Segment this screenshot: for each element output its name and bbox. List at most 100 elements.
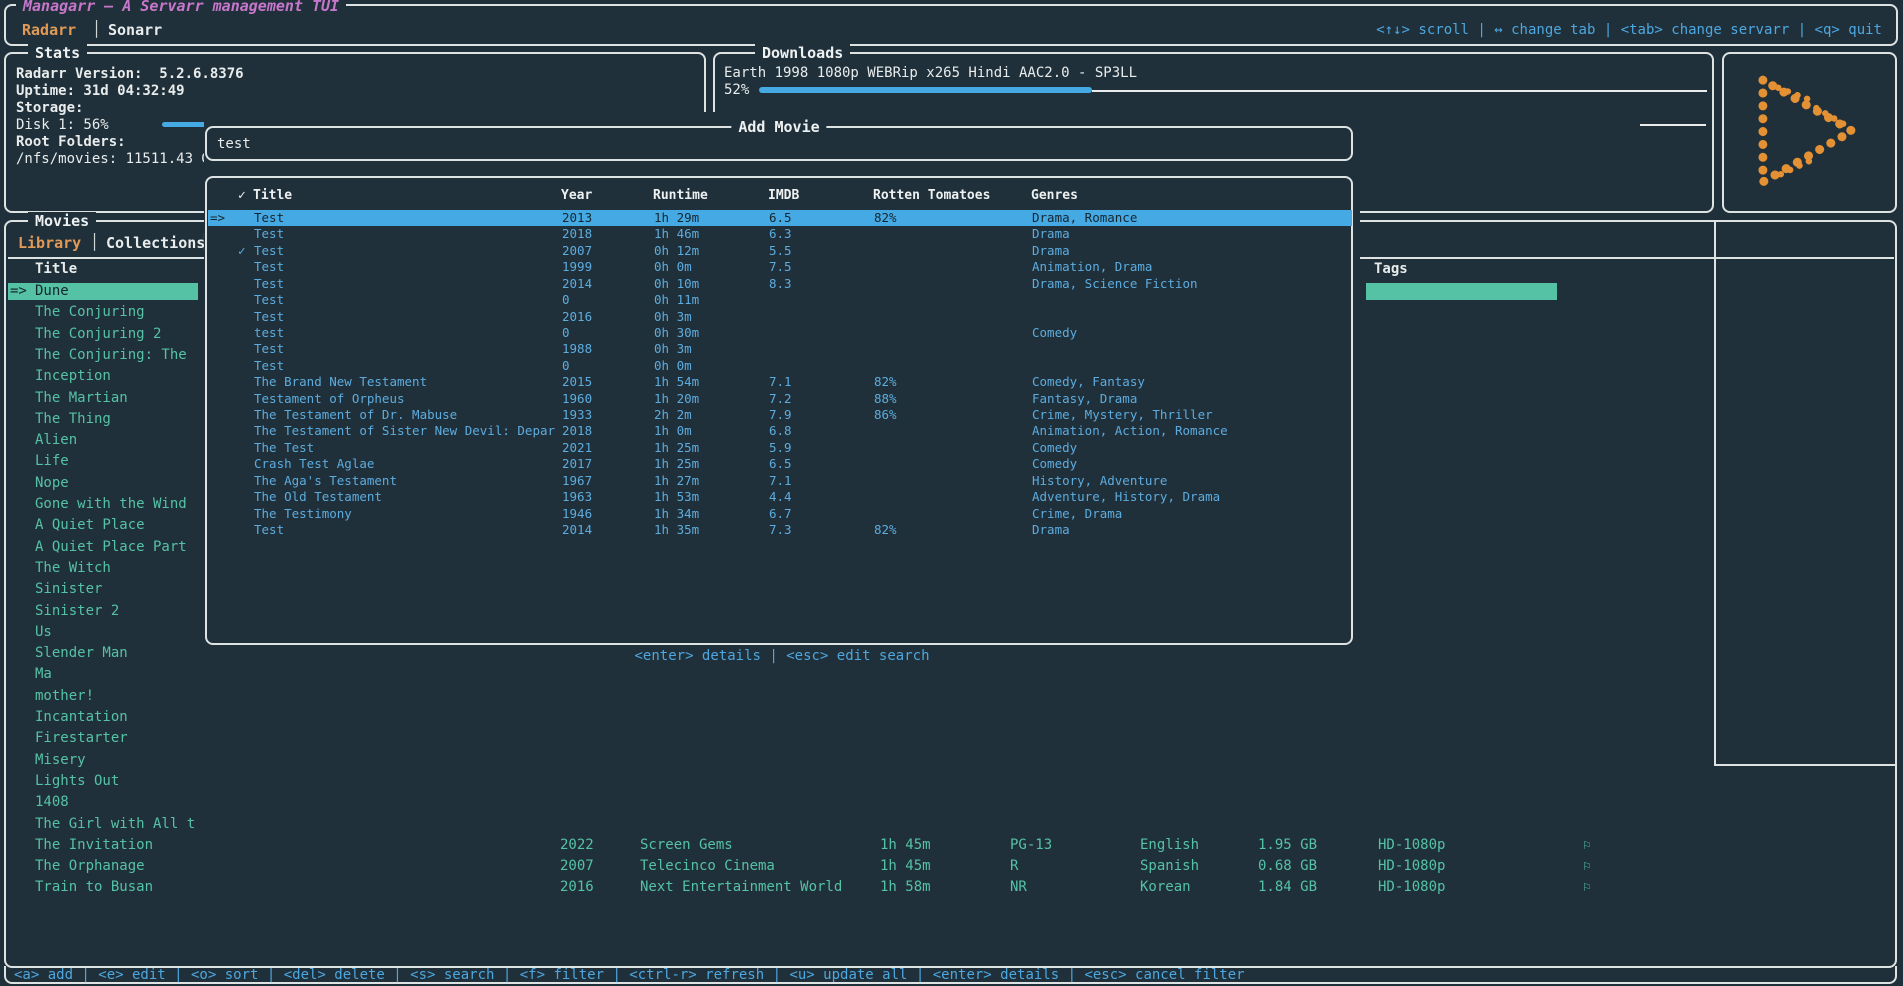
selected-movie-highlight-right: [1366, 283, 1557, 300]
movie-list-item[interactable]: mother!: [8, 688, 198, 705]
movie-list-item[interactable]: Sinister 2: [8, 603, 198, 620]
movie-certification: PG-13: [1010, 837, 1052, 854]
search-result-row[interactable]: The Testament of Sister New Devil: Depar…: [208, 423, 1352, 439]
result-title: Test: [254, 210, 556, 226]
movie-list-item[interactable]: The Conjuring 2: [8, 326, 198, 343]
result-genres: Drama, Science Fiction: [1032, 276, 1198, 292]
search-result-row[interactable]: test00h 30mComedy: [208, 325, 1352, 341]
movie-list-item[interactable]: Life: [8, 453, 198, 470]
movie-list-item[interactable]: Ma: [8, 666, 198, 683]
stats-storage-label: Storage:: [16, 100, 83, 117]
result-title: Test: [254, 522, 556, 538]
result-rotten_tomatoes: 86%: [874, 407, 897, 423]
movie-table-row[interactable]: 2007Telecinco Cinema1h 45mRSpanish0.68 G…: [0, 858, 1903, 875]
movie-list-item[interactable]: =>Dune: [8, 283, 198, 300]
stats-disk-label: Disk 1: 56%: [16, 117, 109, 134]
search-result-row[interactable]: Test20181h 46m6.3Drama: [208, 226, 1352, 242]
search-result-row[interactable]: =>Test20131h 29m6.582%Drama, Romance: [208, 210, 1352, 226]
result-genres: Crime, Drama: [1032, 506, 1122, 522]
result-genres: Drama: [1032, 243, 1070, 259]
movie-list-item[interactable]: Misery: [8, 752, 198, 769]
stats-root-folders-label: Root Folders:: [16, 134, 126, 151]
tab-radarr[interactable]: Radarr: [22, 22, 76, 39]
result-rotten_tomatoes: 82%: [874, 210, 897, 226]
movie-studio: Next Entertainment World: [640, 879, 842, 896]
movies-right-divider-bottom: [1714, 764, 1895, 766]
movie-title: mother!: [35, 688, 196, 705]
search-result-row[interactable]: The Testimony19461h 34m6.7Crime, Drama: [208, 506, 1352, 522]
stats-uptime: Uptime: 31d 04:32:49: [16, 83, 185, 100]
result-genres: Fantasy, Drama: [1032, 391, 1137, 407]
movie-list-item[interactable]: Slender Man: [8, 645, 198, 662]
search-result-row[interactable]: Test19990h 0m7.5Animation, Drama: [208, 259, 1352, 275]
movie-list-item[interactable]: The Girl with All the: [8, 816, 198, 833]
movie-list-item[interactable]: Firestarter: [8, 730, 198, 747]
tag-icon: ⚐: [1583, 837, 1591, 854]
tab-sonarr[interactable]: Sonarr: [108, 22, 162, 39]
movie-title: Firestarter: [35, 730, 196, 747]
result-year: 2021: [562, 440, 592, 456]
download-item-title[interactable]: Earth 1998 1080p WEBRip x265 Hindi AAC2.…: [724, 65, 1137, 82]
movie-list-item[interactable]: A Quiet Place Part II: [8, 539, 198, 556]
movie-list-item[interactable]: Lights Out: [8, 773, 198, 790]
movie-list-item[interactable]: Sinister: [8, 581, 198, 598]
movie-list-item[interactable]: The Witch: [8, 560, 198, 577]
search-result-row[interactable]: Testament of Orpheus19601h 20m7.288%Fant…: [208, 391, 1352, 407]
movie-table-row[interactable]: 2016Next Entertainment World1h 58mNRKore…: [0, 879, 1903, 896]
selection-arrow: =>: [210, 210, 225, 226]
movie-title: Gone with the Wind: [35, 496, 196, 513]
result-runtime: 1h 35m: [654, 522, 699, 538]
movie-list-item[interactable]: The Conjuring: The De: [8, 347, 198, 364]
result-runtime: 2h 2m: [654, 407, 692, 423]
search-result-row[interactable]: The Testament of Dr. Mabuse19332h 2m7.98…: [208, 407, 1352, 423]
search-result-row[interactable]: The Brand New Testament20151h 54m7.182%C…: [208, 374, 1352, 390]
movie-title: The Girl with All the: [35, 816, 196, 833]
result-title: Crash Test Aglae: [254, 456, 556, 472]
movie-list-item[interactable]: Inception: [8, 368, 198, 385]
search-result-row[interactable]: ✓Test20070h 12m5.5Drama: [208, 243, 1352, 259]
movie-title: Lights Out: [35, 773, 196, 790]
movie-quality: HD-1080p: [1378, 879, 1445, 896]
tab-separator: │: [92, 21, 101, 38]
search-result-row[interactable]: The Aga's Testament19671h 27m7.1History,…: [208, 473, 1352, 489]
result-title: The Test: [254, 440, 556, 456]
movie-list-item[interactable]: A Quiet Place: [8, 517, 198, 534]
add-movie-search-input[interactable]: [215, 135, 1319, 153]
movie-title: Slender Man: [35, 645, 196, 662]
search-result-row[interactable]: Test20140h 10m8.3Drama, Science Fiction: [208, 276, 1352, 292]
search-result-row[interactable]: The Test20211h 25m5.9Comedy: [208, 440, 1352, 456]
movie-list-item[interactable]: Us: [8, 624, 198, 641]
movie-list-item[interactable]: Gone with the Wind: [8, 496, 198, 513]
movie-title: 1408: [35, 794, 196, 811]
result-title: Test: [254, 358, 556, 374]
tab-collections[interactable]: Collections: [106, 235, 205, 252]
search-result-row[interactable]: Test19880h 3m: [208, 341, 1352, 357]
results-header-runtime: Runtime: [653, 188, 708, 204]
movie-certification: NR: [1010, 879, 1027, 896]
search-result-row[interactable]: The Old Testament19631h 53m4.4Adventure,…: [208, 489, 1352, 505]
search-result-row[interactable]: Test20160h 3m: [208, 309, 1352, 325]
tab-library[interactable]: Library: [18, 235, 81, 252]
movie-list-item[interactable]: The Conjuring: [8, 304, 198, 321]
search-result-row[interactable]: Test20141h 35m7.382%Drama: [208, 522, 1352, 538]
movie-list-item[interactable]: Incantation: [8, 709, 198, 726]
movie-list-item[interactable]: The Thing: [8, 411, 198, 428]
result-genres: Drama: [1032, 226, 1070, 242]
checked-icon: ✓: [238, 243, 246, 259]
movie-list-item[interactable]: Nope: [8, 475, 198, 492]
selection-arrow: =>: [10, 283, 27, 300]
movie-list-item[interactable]: 1408: [8, 794, 198, 811]
movie-certification: R: [1010, 858, 1018, 875]
search-result-row[interactable]: Test00h 11m: [208, 292, 1352, 308]
result-genres: Adventure, History, Drama: [1032, 489, 1220, 505]
movie-list-item[interactable]: The Martian: [8, 390, 198, 407]
movie-table-row[interactable]: 2022Screen Gems1h 45mPG-13English1.95 GB…: [0, 837, 1903, 854]
search-result-row[interactable]: Crash Test Aglae20171h 25m6.5Comedy: [208, 456, 1352, 472]
search-result-row[interactable]: Test00h 0m: [208, 358, 1352, 374]
movies-panel-title: Movies: [28, 212, 96, 230]
results-header-rotten-tomatoes: Rotten Tomatoes: [873, 188, 990, 204]
result-title: The Testimony: [254, 506, 556, 522]
logo-panel: [1722, 52, 1897, 213]
movie-list-item[interactable]: Alien: [8, 432, 198, 449]
download-progress-gauge: [759, 87, 1092, 93]
